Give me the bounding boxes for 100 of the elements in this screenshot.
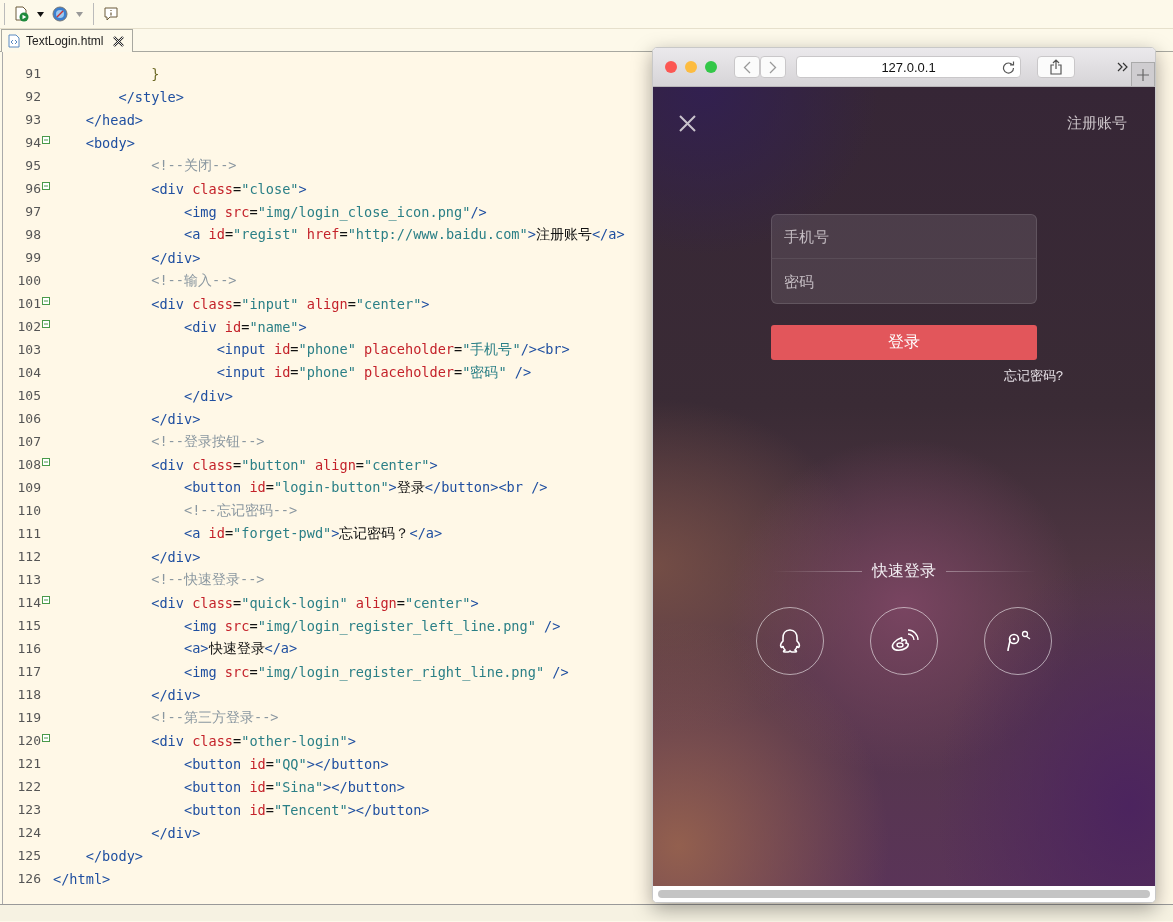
code-line: <img src="img/login_register_right_line.png" /> — [182, 663, 569, 680]
line-number: 114 — [16, 595, 41, 610]
code-line: <img src="img/login_close_icon.png"/> — [182, 203, 487, 220]
close-icon — [679, 115, 696, 132]
share-button[interactable] — [1037, 56, 1075, 78]
line-number: 109 — [16, 480, 41, 495]
line-number: 94 — [24, 135, 41, 150]
register-link[interactable]: 注册账号 — [1067, 114, 1127, 133]
fold-toggle-icon[interactable] — [42, 457, 50, 466]
line-number: 93 — [24, 112, 41, 127]
scrollbar-thumb[interactable] — [658, 890, 1150, 898]
fold-toggle-icon[interactable] — [42, 181, 50, 190]
info-bubble-icon[interactable] — [104, 7, 118, 21]
code-line: <!--第三方登录--> — [150, 708, 279, 727]
code-line: <!--关闭--> — [150, 156, 237, 175]
login-button[interactable]: 登录 — [771, 325, 1037, 360]
line-number: 117 — [16, 664, 41, 679]
code-line: <input id="phone" placeholder="手机号"/><br> — [215, 340, 570, 359]
line-number: 99 — [24, 250, 41, 265]
chevron-left-icon — [743, 60, 751, 74]
line-number: 108 — [16, 457, 41, 472]
code-line: </div> — [182, 387, 234, 404]
code-line: </div> — [150, 548, 201, 565]
line-number: 92 — [24, 89, 41, 104]
line-number: 96 — [24, 181, 41, 196]
code-line: <body> — [84, 134, 135, 151]
reload-icon[interactable] — [1002, 61, 1015, 74]
code-line: <div id="name"> — [182, 318, 307, 335]
line-number: 115 — [16, 618, 41, 633]
forgot-password-link[interactable]: 忘记密码? — [1003, 367, 1063, 385]
line-number: 107 — [16, 434, 41, 449]
code-line: </body> — [84, 847, 144, 864]
plus-icon — [1137, 68, 1149, 81]
code-line: <button id="Sina"></button> — [182, 778, 405, 795]
line-number: 112 — [16, 549, 41, 564]
line-number: 101 — [16, 296, 41, 311]
code-line: <a id="forget-pwd">忘记密码？</a> — [182, 524, 443, 543]
code-line: <img src="img/login_register_left_line.png" /> — [182, 617, 561, 634]
line-number: 123 — [16, 802, 41, 817]
file-tab[interactable]: TextLogin.html — [1, 29, 134, 52]
line-number: 124 — [16, 825, 41, 840]
html-file-icon — [8, 34, 20, 48]
globe-icon[interactable] — [52, 6, 68, 22]
line-number: 103 — [16, 342, 41, 357]
line-number: 113 — [16, 572, 41, 587]
code-line: </style> — [117, 88, 184, 105]
fold-toggle-icon[interactable] — [42, 296, 50, 305]
code-line: <div class="close"> — [150, 180, 307, 197]
line-number: 126 — [16, 871, 41, 886]
code-line: <button id="login-button">登录</button><br /> — [182, 478, 548, 497]
line-number: 91 — [24, 66, 41, 81]
code-line: <div class="other-login"> — [150, 732, 356, 749]
code-line: } — [150, 65, 160, 82]
chevron-right-icon — [769, 60, 777, 74]
line-number: 100 — [16, 273, 41, 288]
line-number: 105 — [16, 388, 41, 403]
line-number: 110 — [16, 503, 41, 518]
line-number: 104 — [16, 365, 41, 380]
line-number: 122 — [16, 779, 41, 794]
line-number: 98 — [24, 227, 41, 242]
code-line: <div class="button" align="center"> — [150, 456, 438, 473]
line-number: 120 — [16, 733, 41, 748]
line-number: 102 — [16, 319, 41, 334]
line-number: 121 — [16, 756, 41, 771]
line-number: 97 — [24, 204, 41, 219]
close-icon[interactable] — [113, 35, 125, 47]
code-line: <a>快速登录</a> — [182, 639, 298, 658]
code-line: <button id="Tencent"></button> — [182, 801, 430, 818]
url-text: 127.0.0.1 — [881, 59, 936, 75]
close-button[interactable] — [679, 115, 696, 132]
fold-toggle-icon[interactable] — [42, 135, 50, 144]
code-line: <!--登录按钮--> — [150, 432, 265, 451]
double-chevron-icon[interactable] — [1117, 62, 1129, 72]
code-line: <div class="quick-login" align="center"> — [150, 594, 479, 611]
code-line: </html> — [53, 870, 111, 887]
code-line: <!--输入--> — [150, 271, 237, 290]
code-line: <a id="regist" href="http://www.baidu.com">注册账号</a> — [182, 225, 625, 244]
code-line: <div class="input" align="center"> — [150, 295, 430, 312]
caret-icon[interactable] — [37, 11, 44, 17]
fold-toggle-icon[interactable] — [42, 319, 50, 328]
line-number: 125 — [16, 848, 41, 863]
code-line: </head> — [84, 111, 144, 128]
code-line: <button id="QQ"></button> — [182, 755, 389, 772]
code-line: <input id="phone" placeholder="密码" /> — [215, 363, 532, 382]
address-bar[interactable]: 127.0.0.1 — [796, 56, 1021, 78]
run-page-icon[interactable] — [15, 6, 29, 22]
line-number: 95 — [24, 158, 41, 173]
close-window-button[interactable] — [665, 61, 677, 73]
code-line: </div> — [150, 249, 201, 266]
code-line: <!--忘记密码--> — [182, 501, 298, 520]
line-number: 118 — [16, 687, 41, 702]
share-icon — [1050, 59, 1062, 75]
code-line: </div> — [150, 686, 201, 703]
fold-toggle-icon[interactable] — [42, 595, 50, 604]
quick-login-title: 快速登录 — [872, 561, 936, 581]
fold-toggle-icon[interactable] — [42, 733, 50, 742]
code-line: <!--快速登录--> — [150, 570, 265, 589]
line-number: 116 — [16, 641, 41, 656]
line-number: 106 — [16, 411, 41, 426]
zoom-window-button[interactable] — [705, 61, 717, 73]
